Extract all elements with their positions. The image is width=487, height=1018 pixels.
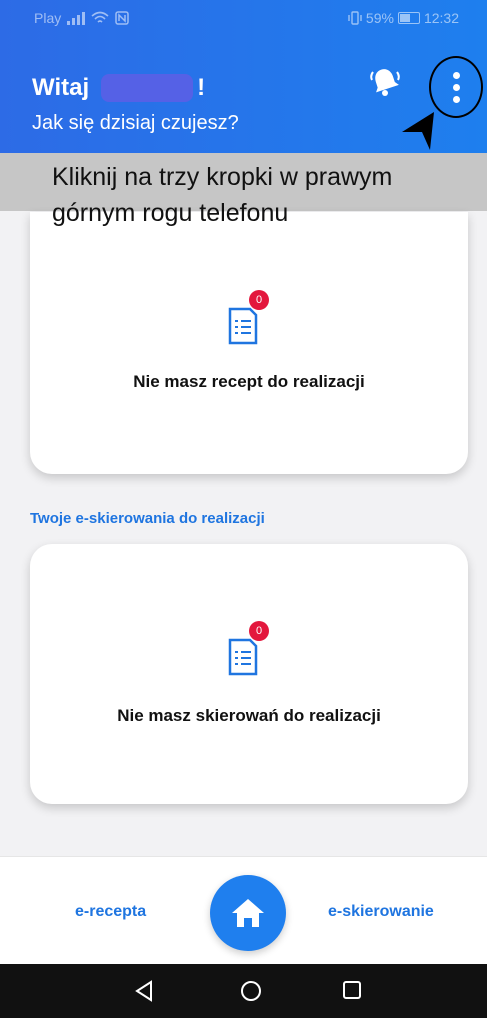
prescriptions-card: 0 Nie masz recept do realizacji	[30, 212, 468, 474]
instruction-text: Kliknij na trzy kropki w prawym górnym r…	[52, 163, 393, 227]
nav-e-skierowanie[interactable]: e-skierowanie	[328, 903, 434, 921]
arrow-pointer-icon	[402, 112, 434, 150]
nfc-icon	[115, 11, 129, 25]
redacted-user-name	[101, 74, 194, 102]
greeting-suffix: !	[197, 74, 206, 101]
greeting-prefix: Witaj	[32, 74, 90, 101]
nav-e-recepta[interactable]: e-recepta	[75, 903, 146, 921]
home-button[interactable]	[210, 875, 286, 951]
home-icon	[232, 899, 264, 927]
system-navigation-bar	[0, 964, 487, 1018]
referrals-section-title: Twoje e-skierowania do realizacji	[30, 510, 265, 527]
carrier-label: Play	[34, 10, 62, 26]
document-list-icon	[228, 638, 258, 676]
signal-icon	[67, 11, 86, 25]
greeting-subtitle: Jak się dzisiaj czujesz?	[32, 112, 239, 134]
app-header: Play 59% 12:32 Witaj ! Jak się dzisiaj c…	[0, 0, 487, 153]
prescriptions-empty-message: Nie masz recept do realizacji	[133, 372, 365, 391]
document-list-icon	[228, 307, 258, 345]
prescriptions-badge: 0	[249, 290, 269, 310]
battery-icon	[397, 12, 420, 24]
wifi-icon	[91, 11, 109, 23]
back-icon[interactable]	[134, 980, 154, 1002]
referrals-badge: 0	[249, 621, 269, 641]
clock: 12:32	[423, 10, 459, 26]
bell-icon[interactable]	[368, 64, 402, 98]
vibrate-icon	[348, 11, 362, 25]
greeting: Witaj !	[32, 74, 205, 102]
more-vertical-icon[interactable]	[429, 56, 483, 118]
circle-home-icon[interactable]	[240, 980, 262, 1002]
instruction-banner: Kliknij na trzy kropki w prawym górnym r…	[0, 153, 487, 227]
recents-icon[interactable]	[342, 980, 362, 1000]
battery-percent: 59%	[365, 10, 394, 26]
status-bar: Play 59% 12:32	[0, 10, 487, 32]
referrals-empty-message: Nie masz skierowań do realizacji	[117, 706, 381, 725]
referrals-card: 0 Nie masz skierowań do realizacji	[30, 544, 468, 804]
bottom-navigation: e-recepta e-skierowanie	[0, 856, 487, 965]
